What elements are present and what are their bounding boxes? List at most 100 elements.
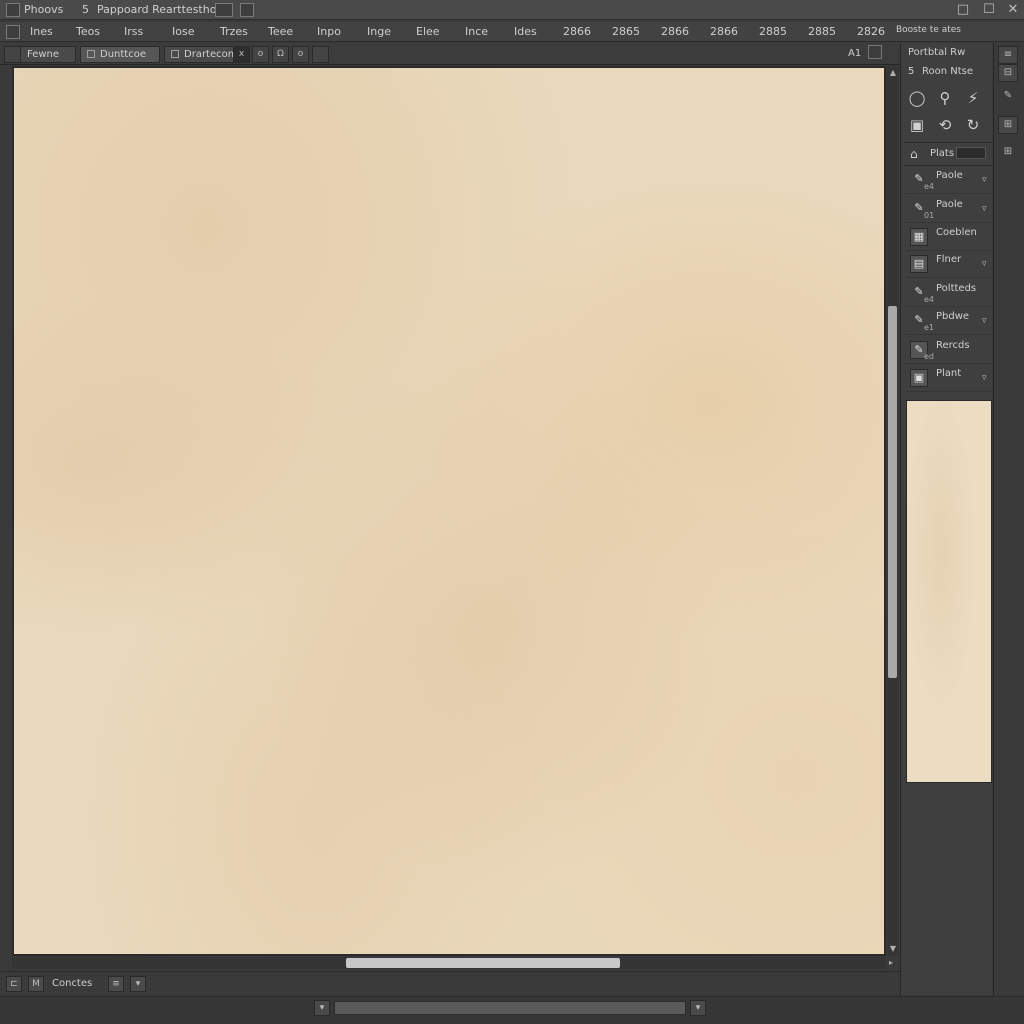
app-label: Phoovs [24, 3, 64, 16]
tab-tool-button[interactable]: o [252, 46, 269, 63]
layer-blend-dropdown[interactable] [956, 147, 986, 159]
scroll-up-icon[interactable]: ▲ [888, 68, 898, 78]
layers-header: Plats [930, 148, 955, 159]
menu-bar: Ines Teos Irss Iose Trzes Teee Inpo Inge… [0, 22, 1024, 42]
strip-panel-button[interactable]: ⊞ [998, 116, 1018, 134]
timeline-next-button[interactable]: ▾ [690, 1000, 706, 1016]
layer-row[interactable]: ✎ Poltteds e4 [906, 281, 992, 307]
layer-name: Flner [936, 254, 962, 265]
document-tab-bar: Fewne Dunttcoe Drartecom x o Ω o A1 [0, 43, 900, 65]
tab-dunttcoe[interactable]: Dunttcoe [80, 46, 160, 63]
menu-item[interactable]: Irss [124, 25, 143, 38]
layer-row[interactable]: ✎ Rercds ed [906, 338, 992, 364]
title-dropdown-button[interactable] [215, 3, 233, 17]
status-icon[interactable]: ⊏ [6, 976, 22, 992]
layers-header-row: ⌂ Plats [904, 142, 992, 166]
layer-expand-icon[interactable]: ▿ [982, 175, 987, 185]
panel-header: Portbtal Rw [908, 47, 966, 58]
layer-name: Pbdwe [936, 311, 970, 322]
wand-tool-icon[interactable]: ⚡ [963, 88, 983, 108]
window-title: Pappoard Rearttesthog [97, 3, 224, 16]
canvas-corner-label: A1 [848, 48, 862, 59]
magnify-tool-icon[interactable]: ⚲ [935, 88, 955, 108]
menubar-right-label[interactable]: Booste te ates [896, 25, 961, 35]
app-menu-icon[interactable] [6, 3, 20, 17]
menu-item[interactable]: Ince [465, 25, 488, 38]
pen-icon[interactable]: ✎ [998, 88, 1018, 106]
layer-expand-icon[interactable]: ▿ [982, 373, 987, 383]
tab-tool-button[interactable]: o [292, 46, 309, 63]
status-menu-button[interactable]: ≡ [108, 976, 124, 992]
scroll-right-icon[interactable]: ▸ [886, 958, 896, 968]
menu-item[interactable]: Teee [268, 25, 293, 38]
doc-mark: 5 [82, 3, 89, 16]
layer-sub: ed [924, 352, 934, 361]
menu-item[interactable]: Teos [76, 25, 100, 38]
ruler-tick-label: 2826 [857, 25, 885, 38]
menu-item[interactable]: Elee [416, 25, 440, 38]
status-bar: ⊏ M Conctes ≡ ▾ [0, 971, 900, 995]
layer-name: Rercds [936, 340, 970, 351]
tab-label: Dunttcoe [100, 49, 146, 60]
layer-row[interactable]: ✎ Paole 01 ▿ [906, 197, 992, 223]
layer-row[interactable]: ▤ Flner ▿ [906, 252, 992, 278]
layer-row[interactable]: ▣ Plant ▿ [906, 366, 992, 392]
tab-close-button[interactable]: x [233, 46, 250, 63]
tab-fewne[interactable]: Fewne [20, 46, 76, 63]
timeline-prev-button[interactable]: ▾ [314, 1000, 330, 1016]
ruler-tick-label: 2866 [710, 25, 738, 38]
ruler-tick-label: 2885 [808, 25, 836, 38]
menu-item[interactable]: Ines [30, 25, 53, 38]
ruler-tick-label: 2866 [661, 25, 689, 38]
navigator-preview[interactable] [906, 400, 992, 783]
scroll-down-icon[interactable]: ▼ [888, 944, 898, 954]
image-icon: ▣ [910, 369, 928, 387]
tab-menu-button[interactable] [4, 46, 21, 63]
layer-row[interactable]: ▦ Coeblen [906, 225, 992, 251]
layer-sub: e4 [924, 295, 935, 304]
layer-row[interactable]: ✎ Paole e4 ▿ [906, 168, 992, 194]
ellipse-tool-icon[interactable]: ◯ [907, 88, 927, 108]
menu-item[interactable]: Iose [172, 25, 194, 38]
tab-tool-button[interactable]: Ω [272, 46, 289, 63]
menu-item[interactable]: Inpo [317, 25, 341, 38]
tab-tool-button[interactable] [312, 46, 329, 63]
vertical-scroll-thumb[interactable] [888, 306, 897, 678]
strip-collapse-button[interactable]: ⊟ [998, 64, 1018, 82]
layer-row[interactable]: ✎ Pbdwe e1 ▿ [906, 309, 992, 335]
mode-indicator[interactable]: M [28, 976, 44, 992]
layer-expand-icon[interactable]: ▿ [982, 316, 987, 326]
ruler-tick-label: 2885 [759, 25, 787, 38]
minimize-icon[interactable]: □ [955, 2, 971, 18]
menu-item[interactable]: Inge [367, 25, 391, 38]
status-label: Conctes [52, 978, 93, 989]
title-extra-button[interactable] [240, 3, 254, 17]
layer-expand-icon[interactable]: ▿ [982, 259, 987, 269]
horizontal-scroll-thumb[interactable] [346, 958, 620, 968]
ruler-tick-label: 2866 [563, 25, 591, 38]
panel-strip [993, 43, 1024, 996]
layer-name: Coeblen [936, 227, 977, 238]
document-icon [171, 50, 179, 58]
lasso-tool-icon[interactable]: ⟲ [935, 115, 955, 135]
layer-expand-icon[interactable]: ▿ [982, 204, 987, 214]
strip-grid-icon[interactable]: ⊞ [998, 144, 1018, 162]
menu-item[interactable]: Ides [514, 25, 537, 38]
layer-name: Paole [936, 170, 963, 181]
rotate-tool-icon[interactable]: ↻ [963, 115, 983, 135]
menu-item[interactable]: Trzes [220, 25, 248, 38]
layer-name: Plant [936, 368, 962, 379]
strip-menu-button[interactable]: ≡ [998, 46, 1018, 64]
layers-lock-icon[interactable]: ⌂ [910, 147, 918, 161]
status-dropdown-button[interactable]: ▾ [130, 976, 146, 992]
document-canvas[interactable] [14, 68, 884, 954]
title-bar: Phoovs 5 Pappoard Rearttesthog □ ☐ ✕ [0, 0, 1024, 20]
canvas-corner-button[interactable] [868, 45, 882, 59]
restore-icon[interactable]: ☐ [981, 2, 997, 18]
close-icon[interactable]: ✕ [1005, 2, 1021, 18]
panel-sub-label: Roon Ntse [922, 66, 974, 77]
timeline-slider[interactable] [334, 1001, 686, 1015]
stamp-tool-icon[interactable]: ▣ [907, 115, 927, 135]
menu-toggle-icon[interactable] [6, 25, 20, 39]
layer-sub: e4 [924, 182, 935, 191]
